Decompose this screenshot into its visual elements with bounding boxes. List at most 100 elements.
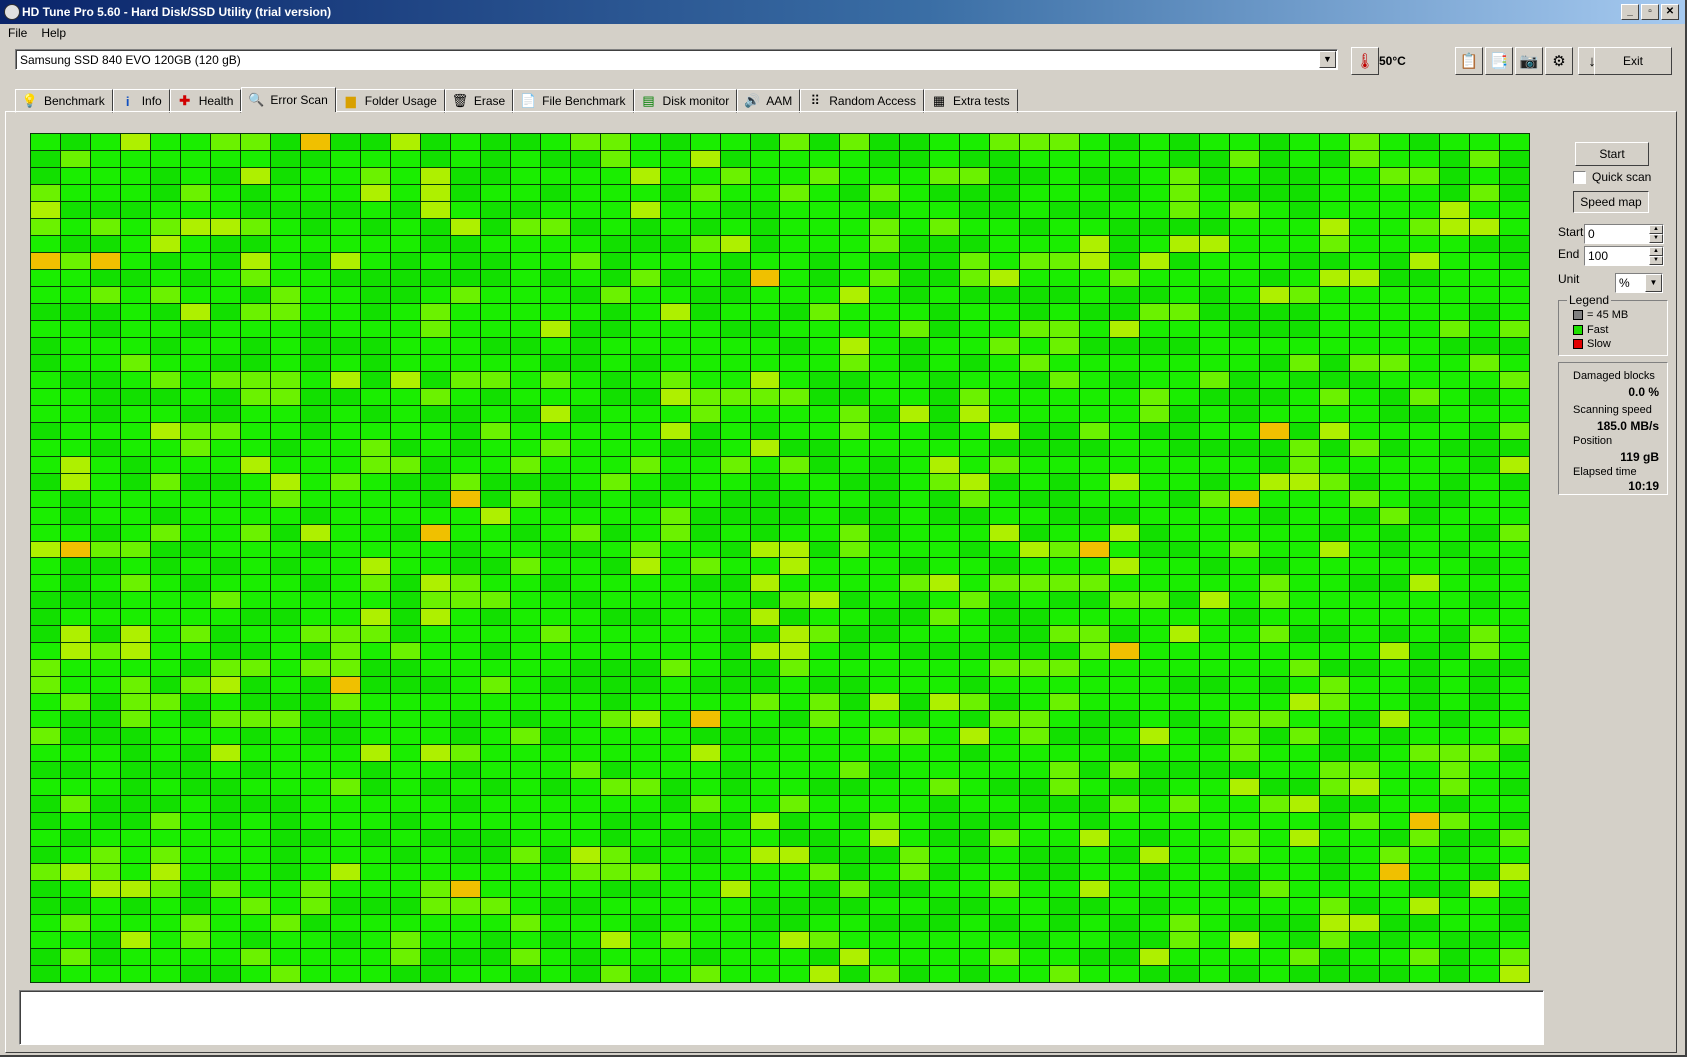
scan-block bbox=[1230, 660, 1260, 677]
scan-block bbox=[660, 745, 690, 762]
scan-block bbox=[540, 745, 570, 762]
maximize-button[interactable]: ▫ bbox=[1641, 4, 1659, 20]
scan-block bbox=[270, 677, 300, 694]
scan-block bbox=[1410, 881, 1440, 898]
scan-block bbox=[390, 745, 420, 762]
scan-block bbox=[210, 422, 240, 439]
scan-block bbox=[1290, 337, 1320, 354]
scan-block bbox=[600, 881, 630, 898]
scan-block bbox=[210, 830, 240, 847]
scan-block bbox=[1200, 235, 1230, 252]
scan-block bbox=[1440, 626, 1470, 643]
spin-down-icon[interactable]: ▼ bbox=[1649, 234, 1663, 243]
scan-block bbox=[120, 473, 150, 490]
scan-block bbox=[810, 422, 840, 439]
scan-block bbox=[930, 677, 960, 694]
quick-scan-checkbox[interactable] bbox=[1573, 171, 1586, 184]
scan-block bbox=[540, 354, 570, 371]
start-spinner[interactable]: 0 ▲ ▼ bbox=[1584, 224, 1664, 244]
scan-block bbox=[600, 643, 630, 660]
scan-block bbox=[930, 303, 960, 320]
temperature-button[interactable]: 🌡 bbox=[1351, 47, 1379, 75]
scan-block bbox=[180, 320, 210, 337]
scan-block bbox=[810, 864, 840, 881]
scan-block bbox=[1290, 541, 1320, 558]
scan-block bbox=[1320, 745, 1350, 762]
scan-block bbox=[750, 218, 780, 235]
scan-block bbox=[1200, 966, 1230, 982]
scan-block bbox=[1170, 592, 1200, 609]
scan-block bbox=[600, 626, 630, 643]
minimize-button[interactable]: _ bbox=[1621, 4, 1639, 20]
scan-block bbox=[210, 660, 240, 677]
tab-extra-tests[interactable]: ▦ Extra tests bbox=[923, 89, 1018, 113]
tab-error-scan[interactable]: 🔍 Error Scan bbox=[241, 87, 336, 112]
scan-block bbox=[1410, 354, 1440, 371]
menu-file[interactable]: File bbox=[8, 26, 27, 40]
copy-all-button[interactable]: 📑 bbox=[1485, 47, 1513, 75]
screenshot-button[interactable]: 📷 bbox=[1515, 47, 1543, 75]
scan-block bbox=[570, 456, 600, 473]
scan-block bbox=[1110, 558, 1140, 575]
scan-block bbox=[120, 269, 150, 286]
scan-block bbox=[840, 796, 870, 813]
scan-block bbox=[1440, 371, 1470, 388]
scan-block bbox=[810, 575, 840, 592]
start-button[interactable]: Start bbox=[1575, 142, 1649, 166]
scan-block bbox=[270, 745, 300, 762]
scan-block bbox=[510, 881, 540, 898]
end-spinner[interactable]: 100 ▲ ▼ bbox=[1584, 246, 1664, 266]
scan-block bbox=[840, 932, 870, 949]
scan-block bbox=[660, 456, 690, 473]
scan-block bbox=[600, 847, 630, 864]
scan-block bbox=[1470, 524, 1500, 541]
scan-block bbox=[390, 966, 420, 982]
unit-select[interactable]: % ▼ bbox=[1615, 273, 1663, 293]
scan-block bbox=[810, 524, 840, 541]
tab-disk-monitor[interactable]: ▤ Disk monitor bbox=[633, 89, 738, 113]
tab-health[interactable]: ✚ Health bbox=[169, 89, 242, 113]
scan-block bbox=[930, 932, 960, 949]
scan-block bbox=[1200, 949, 1230, 966]
tab-erase[interactable]: 🗑 Erase bbox=[444, 89, 514, 113]
scan-block bbox=[450, 269, 480, 286]
scan-block bbox=[960, 626, 990, 643]
scan-block bbox=[720, 898, 750, 915]
scan-block bbox=[900, 643, 930, 660]
tab-info[interactable]: i Info bbox=[112, 89, 170, 113]
scan-block bbox=[1500, 439, 1529, 456]
scan-block bbox=[1050, 252, 1080, 269]
scan-block bbox=[390, 218, 420, 235]
scan-block bbox=[1470, 134, 1500, 150]
scan-block bbox=[540, 575, 570, 592]
scan-block bbox=[450, 354, 480, 371]
scan-block bbox=[1290, 150, 1320, 167]
scan-block bbox=[1500, 575, 1529, 592]
tab-file-benchmark[interactable]: 📄 File Benchmark bbox=[513, 89, 634, 113]
tab-aam[interactable]: 🔊 AAM bbox=[737, 89, 801, 113]
speed-map-button[interactable]: Speed map bbox=[1573, 191, 1649, 213]
scan-block bbox=[240, 303, 270, 320]
scan-block bbox=[570, 524, 600, 541]
scan-block bbox=[210, 354, 240, 371]
spin-down-icon[interactable]: ▼ bbox=[1649, 256, 1663, 265]
scan-block bbox=[600, 439, 630, 456]
scan-block bbox=[1500, 694, 1529, 711]
menu-help[interactable]: Help bbox=[41, 26, 66, 40]
chevron-down-icon[interactable]: ▼ bbox=[1319, 51, 1336, 68]
copy-info-button[interactable]: 📋 bbox=[1455, 47, 1483, 75]
scan-block bbox=[540, 660, 570, 677]
options-button[interactable]: ⚙ bbox=[1545, 47, 1573, 75]
close-button[interactable]: ✕ bbox=[1661, 4, 1679, 20]
spin-up-icon[interactable]: ▲ bbox=[1649, 247, 1663, 256]
drive-select[interactable]: Samsung SSD 840 EVO 120GB (120 gB) ▼ bbox=[15, 49, 1338, 70]
scan-block bbox=[810, 949, 840, 966]
scan-block bbox=[120, 847, 150, 864]
chevron-down-icon[interactable]: ▼ bbox=[1645, 274, 1662, 292]
scan-block bbox=[540, 830, 570, 847]
tab-random-access[interactable]: ⠿ Random Access bbox=[800, 89, 924, 113]
exit-button[interactable]: Exit bbox=[1594, 47, 1672, 75]
tab-folder-usage[interactable]: ▆ Folder Usage bbox=[335, 89, 445, 113]
spin-up-icon[interactable]: ▲ bbox=[1649, 225, 1663, 234]
tab-benchmark[interactable]: 💡 Benchmark bbox=[15, 89, 113, 113]
